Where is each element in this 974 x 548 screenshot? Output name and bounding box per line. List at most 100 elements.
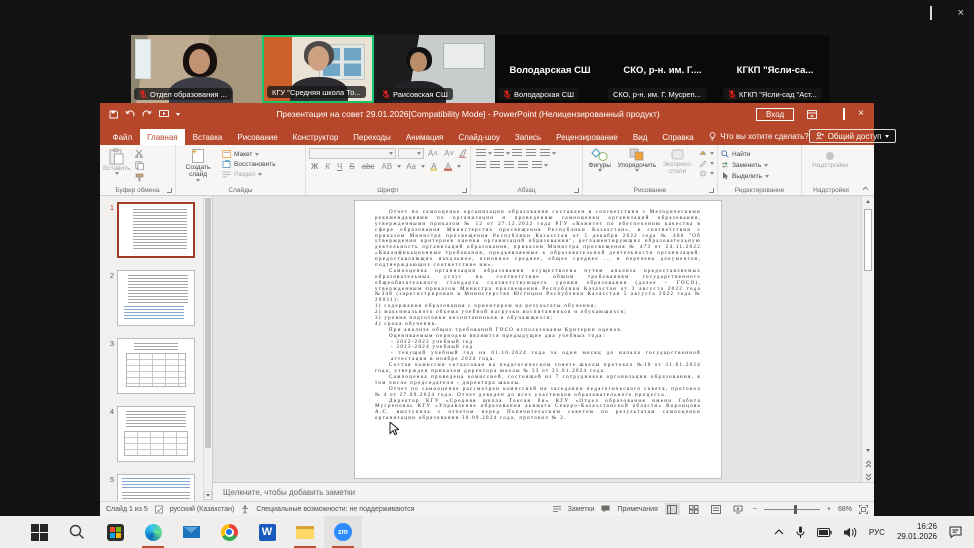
clock[interactable]: 16:26 29.01.2026 (897, 522, 937, 543)
find-button[interactable]: Найти (721, 150, 769, 158)
edge-button[interactable] (134, 516, 172, 548)
shadow-button[interactable]: S (349, 162, 354, 171)
align-left-icon[interactable] (476, 161, 486, 169)
undo-icon[interactable] (125, 110, 135, 118)
save-icon[interactable] (109, 110, 118, 119)
slide-thumbnail-3[interactable]: 3 (100, 338, 212, 394)
shape-outline-icon[interactable] (699, 160, 707, 167)
justify-icon[interactable] (518, 161, 528, 169)
battery-icon[interactable] (817, 528, 832, 537)
format-painter-icon[interactable] (135, 173, 144, 182)
editor-scrollbar[interactable] (861, 196, 874, 482)
increase-indent-icon[interactable] (526, 149, 536, 157)
tab-animations[interactable]: Анимация (398, 129, 451, 145)
font-name-input[interactable] (309, 148, 396, 159)
font-size-input[interactable] (398, 148, 424, 159)
participant-tile-speaking[interactable]: КГУ "Средняя школа То... (262, 35, 374, 103)
tab-insert[interactable]: Вставка (185, 129, 230, 145)
zoom-in-button[interactable]: + (827, 506, 831, 513)
quick-styles-button[interactable]: Экспресс-стили (660, 148, 695, 177)
copy-icon[interactable] (135, 161, 144, 170)
underline-button[interactable]: Ч (337, 162, 342, 171)
explorer-button[interactable] (286, 516, 324, 548)
restore-icon[interactable] (930, 8, 932, 19)
tab-view[interactable]: Вид (625, 129, 654, 145)
share-button[interactable]: Общий доступ (809, 129, 897, 143)
align-right-icon[interactable] (504, 161, 514, 169)
zoom-app-button[interactable]: zm (324, 516, 362, 548)
decrease-indent-icon[interactable] (512, 149, 522, 157)
collapse-ribbon-icon[interactable] (862, 186, 869, 191)
select-button[interactable]: Выделить (721, 172, 769, 180)
grow-font-button[interactable]: А˄ (428, 149, 438, 158)
spellcheck-icon[interactable] (155, 505, 163, 514)
slide-thumbnail-4[interactable]: 4 (100, 406, 212, 462)
bold-button[interactable]: Ж (311, 162, 318, 171)
ribbon-display-options-icon[interactable] (807, 110, 817, 119)
microphone-icon[interactable] (796, 526, 805, 539)
mail-button[interactable] (172, 516, 210, 548)
dialog-launcher-icon[interactable] (167, 188, 172, 193)
tab-transitions[interactable]: Переходы (346, 129, 399, 145)
sign-in-button[interactable]: Вход (756, 108, 794, 121)
chrome-button[interactable] (210, 516, 248, 548)
tell-me-box[interactable]: Что вы хотите сделать? (709, 132, 808, 145)
new-slide-button[interactable]: Создать слайд (179, 148, 217, 182)
language-switcher[interactable]: РУС (869, 528, 885, 537)
cut-icon[interactable] (135, 150, 144, 158)
slide-thumbnail-5[interactable]: 5 (100, 474, 212, 501)
start-button[interactable] (20, 516, 58, 548)
numbering-icon[interactable] (494, 149, 504, 157)
tray-expand-icon[interactable] (774, 529, 784, 535)
shape-fill-icon[interactable] (699, 150, 707, 157)
search-button[interactable] (58, 516, 96, 548)
previous-slide-icon[interactable] (863, 458, 873, 469)
language-indicator[interactable]: русский (Казахстан) (170, 506, 235, 513)
restore-icon[interactable] (843, 109, 845, 119)
tab-home[interactable]: Главная (140, 129, 185, 145)
reset-button[interactable]: Восстановить (222, 160, 276, 168)
replace-button[interactable]: Заменить (721, 161, 769, 169)
slide-editor-area[interactable]: Отчет по самооценке организации образова… (213, 196, 861, 482)
dialog-launcher-icon[interactable] (574, 188, 579, 193)
comments-toggle[interactable]: Примечания (617, 506, 657, 513)
notes-toggle[interactable]: Заметки (568, 506, 595, 513)
tab-record[interactable]: Запись (507, 129, 548, 145)
tab-design[interactable]: Конструктор (285, 129, 346, 145)
tab-file[interactable]: Файл (105, 129, 140, 145)
addins-button[interactable]: Надстройки (805, 148, 855, 169)
close-icon[interactable]: × (958, 8, 964, 19)
paste-button[interactable]: Вставить (103, 148, 131, 182)
dialog-launcher-icon[interactable] (462, 188, 467, 193)
character-spacing-button[interactable]: АВ (382, 162, 393, 171)
section-button[interactable]: Раздел (222, 170, 276, 178)
slide-thumbnail-2[interactable]: 2 (100, 270, 212, 326)
notes-pane[interactable]: Щелкните, чтобы добавить заметки (213, 482, 874, 501)
slide-canvas[interactable]: Отчет по самооценке организации образова… (354, 200, 722, 479)
scrollbar-thumb[interactable] (205, 198, 211, 448)
highlight-button[interactable]: А (430, 162, 437, 171)
accessibility-icon[interactable] (241, 505, 249, 514)
zoom-out-button[interactable]: − (753, 506, 757, 513)
normal-view-button[interactable] (665, 503, 680, 515)
fit-to-window-icon[interactable] (859, 505, 868, 514)
close-icon[interactable]: × (858, 109, 864, 119)
arrange-button[interactable]: Упорядочить (617, 148, 656, 177)
zoom-slider-thumb[interactable] (794, 505, 797, 514)
participant-tile-camera-off[interactable]: СКО, р-н. им. Г.... СКО, р-н. им. Г. Мус… (605, 35, 720, 103)
slide-thumbnail-1[interactable]: 1 (100, 202, 212, 258)
participant-tile-camera-off[interactable]: Володарская СШ Володарская СШ (495, 35, 605, 103)
line-spacing-icon[interactable] (540, 149, 550, 157)
shape-effects-icon[interactable] (699, 170, 707, 177)
word-button[interactable]: W (248, 516, 286, 548)
zoom-percentage[interactable]: 68% (838, 506, 852, 513)
redo-icon[interactable] (142, 110, 152, 118)
tab-slideshow[interactable]: Слайд-шоу (451, 129, 507, 145)
tab-review[interactable]: Рецензирование (549, 129, 626, 145)
thumbnail-scrollbar[interactable] (203, 196, 212, 501)
slide-sorter-view-button[interactable] (687, 503, 702, 515)
store-button[interactable] (96, 516, 134, 548)
strikethrough-button[interactable]: abc (362, 162, 375, 171)
reading-view-button[interactable] (709, 503, 724, 515)
layout-button[interactable]: Макет (222, 150, 276, 158)
